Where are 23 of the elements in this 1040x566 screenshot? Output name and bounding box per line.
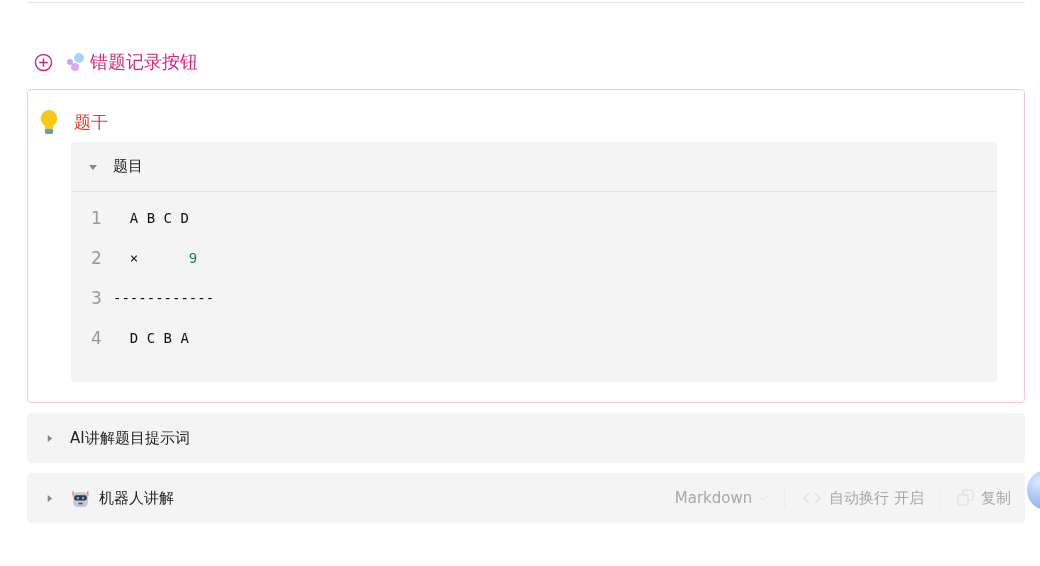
code-line: A B C D: [128, 210, 189, 226]
code-title: 题目: [113, 157, 143, 176]
add-icon[interactable]: [34, 52, 53, 72]
lightbulb-icon: [38, 109, 60, 136]
callout-title: 题干: [74, 111, 108, 134]
line-number: 4: [91, 328, 103, 348]
line-number: 1: [91, 208, 103, 228]
wrap-toggle[interactable]: 自动换行 开启: [801, 488, 924, 508]
code-line: ------------: [113, 290, 215, 306]
caret-icon[interactable]: [45, 433, 54, 443]
toggle-block[interactable]: AI讲解题目提示词: [27, 413, 1025, 463]
toggle-label: AI讲解题目提示词: [70, 428, 190, 448]
toggle-block[interactable]: 机器人讲解 Markdown 自动换行 开启 复制: [27, 473, 1025, 523]
language-selector[interactable]: Markdown: [674, 489, 769, 507]
section-title: 错题记录按钮: [90, 50, 198, 74]
code-line: D C B A: [128, 330, 189, 346]
line-number: 2: [91, 248, 103, 268]
toggle-label: 机器人讲解: [99, 488, 174, 508]
caret-icon[interactable]: [45, 493, 54, 503]
code-line: × 9: [128, 250, 198, 266]
copy-button[interactable]: 复制: [957, 488, 1011, 508]
line-number: 3: [91, 288, 103, 308]
bubbles-icon: [66, 52, 86, 72]
